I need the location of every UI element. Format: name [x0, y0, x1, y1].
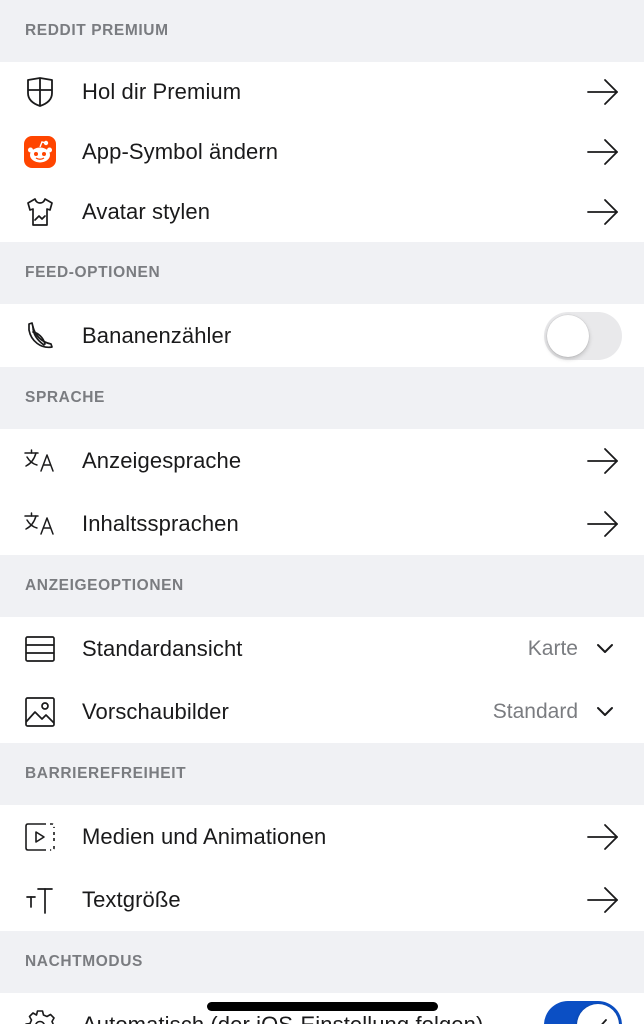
arrow-right-icon	[587, 510, 618, 537]
row-content-languages[interactable]: Inhaltssprachen	[0, 492, 644, 555]
banana-counter-toggle[interactable]	[544, 311, 622, 360]
row-style-avatar[interactable]: Avatar stylen	[0, 182, 644, 242]
arrow-right-icon	[587, 886, 618, 913]
card-view-icon	[24, 633, 56, 665]
arrow-right-icon	[587, 79, 618, 105]
check-icon	[600, 1018, 607, 1024]
display-group: Standardansicht Karte Vorschaubilder Sta…	[0, 617, 644, 743]
toggle-knob	[577, 1003, 619, 1024]
arrow-right-icon	[587, 199, 618, 225]
chevron-down-icon	[597, 706, 613, 716]
row-label: Anzeigesprache	[82, 447, 242, 473]
home-indicator	[207, 1002, 438, 1011]
section-header-display: ANZEIGEOPTIONEN	[0, 555, 644, 617]
arrow-right-icon	[587, 823, 618, 850]
chevron-down-icon	[597, 643, 613, 653]
row-label: Medien und Animationen	[82, 823, 327, 849]
section-header-night-mode: NACHTMODUS	[0, 931, 644, 993]
row-banana-counter: Bananenzähler	[0, 304, 644, 367]
row-thumbnails[interactable]: Vorschaubilder Standard	[0, 680, 644, 743]
row-label: Automatisch (der iOS-Einstellung folgen)	[82, 1011, 484, 1024]
settings-screen: REDDIT PREMIUM Hol dir Premium App-Symbo…	[0, 0, 644, 1024]
row-default-view[interactable]: Standardansicht Karte	[0, 617, 644, 680]
language-group: Anzeigesprache Inhaltssprachen	[0, 429, 644, 555]
row-label: Standardansicht	[82, 635, 243, 661]
row-label: Hol dir Premium	[82, 79, 242, 104]
gear-icon	[24, 1009, 56, 1024]
row-media-animations[interactable]: Medien und Animationen	[0, 805, 644, 868]
row-get-premium[interactable]: Hol dir Premium	[0, 62, 644, 122]
section-header-language: SPRACHE	[0, 367, 644, 429]
row-label: Bananenzähler	[82, 322, 232, 348]
arrow-right-icon	[587, 447, 618, 474]
text-size-icon	[24, 884, 56, 916]
accessibility-group: Medien und Animationen Textgröße	[0, 805, 644, 931]
section-header-feed: FEED-OPTIONEN	[0, 242, 644, 304]
section-header-accessibility: BARRIEREFREIHEIT	[0, 743, 644, 805]
shirt-icon	[24, 196, 56, 228]
toggle-knob	[547, 314, 589, 357]
feed-group: Bananenzähler	[0, 304, 644, 367]
auto-night-mode-toggle[interactable]	[544, 1000, 622, 1024]
media-play-icon	[24, 821, 56, 853]
row-text-size[interactable]: Textgröße	[0, 868, 644, 931]
row-label: Avatar stylen	[82, 199, 211, 224]
translate-icon	[24, 445, 56, 477]
reddit-app-icon	[24, 136, 56, 168]
row-label: Vorschaubilder	[82, 698, 229, 724]
row-label: App-Symbol ändern	[82, 139, 279, 164]
row-label: Inhaltssprachen	[82, 510, 239, 536]
row-label: Textgröße	[82, 886, 181, 912]
row-change-app-icon[interactable]: App-Symbol ändern	[0, 122, 644, 182]
selected-value: Standard	[492, 699, 578, 723]
selected-value: Karte	[527, 636, 578, 660]
shield-icon	[24, 76, 56, 108]
banana-icon	[24, 320, 56, 352]
translate-icon	[24, 508, 56, 540]
premium-group: Hol dir Premium App-Symbol ändern Avatar…	[0, 62, 644, 242]
row-display-language[interactable]: Anzeigesprache	[0, 429, 644, 492]
section-header-premium: REDDIT PREMIUM	[0, 0, 644, 62]
arrow-right-icon	[587, 139, 618, 165]
image-icon	[24, 696, 56, 728]
